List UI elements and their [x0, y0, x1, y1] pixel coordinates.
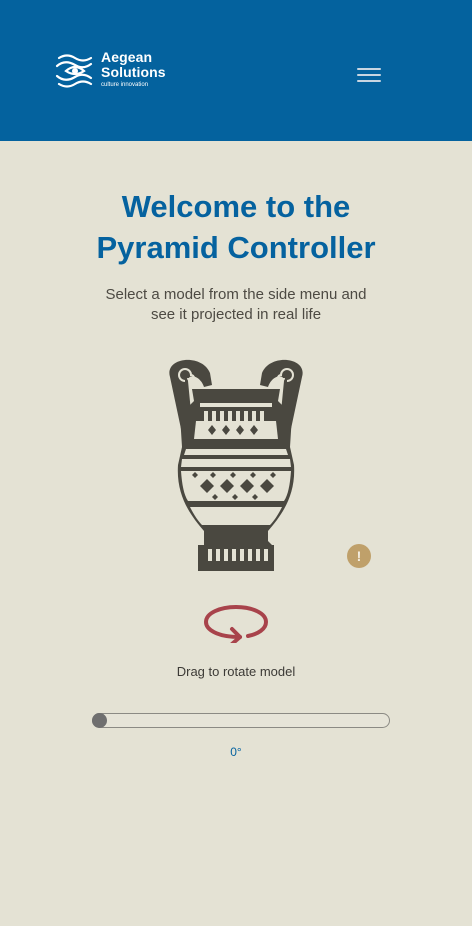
title-line-2: Pyramid Controller	[96, 230, 376, 265]
app-header: Aegean Solutions culture innovation	[0, 0, 472, 141]
subtitle-line-1: Select a model from the side menu and	[105, 286, 367, 303]
hamburger-menu-icon[interactable]	[354, 64, 384, 86]
subtitle-line-2: see it projected in real life	[150, 306, 322, 323]
rotation-slider-thumb[interactable]	[92, 713, 107, 728]
aegean-solutions-logo[interactable]: Aegean Solutions culture innovation	[55, 50, 175, 96]
logo-text: Aegean Solutions culture innovation	[101, 50, 166, 90]
title-line-1: Welcome to the	[121, 189, 351, 224]
rotation-slider-track[interactable]	[92, 713, 390, 728]
rotate-hint-label: Drag to rotate model	[176, 664, 296, 679]
logo-name-line2: Solutions	[101, 64, 166, 80]
page-title: Welcome to the Pyramid Controller	[0, 186, 472, 268]
rotate-arrow-icon	[204, 605, 268, 643]
amphora-model-image[interactable]	[160, 355, 312, 573]
eye-waves-icon	[55, 54, 93, 88]
rotation-degree-readout: 0°	[230, 745, 242, 759]
logo-name-line1: Aegean	[101, 49, 153, 65]
logo-tagline: culture innovation	[101, 82, 149, 88]
page-subtitle: Select a model from the side menu and se…	[96, 285, 376, 325]
exclamation-icon[interactable]: !	[347, 544, 371, 568]
